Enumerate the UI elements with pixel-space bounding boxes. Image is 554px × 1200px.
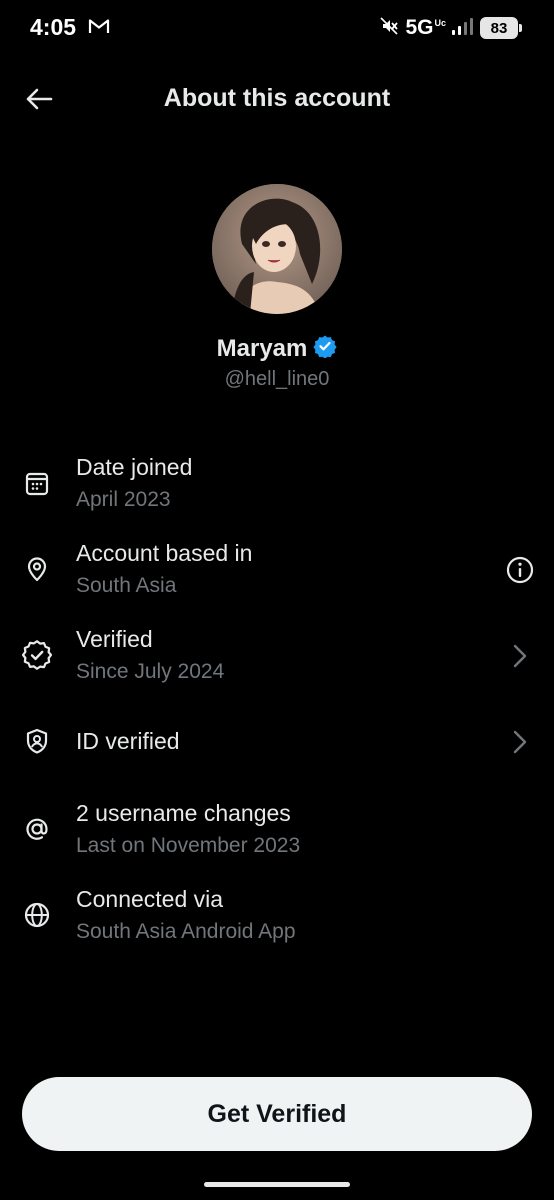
info-title: Verified [76, 626, 153, 652]
info-icon[interactable] [504, 554, 536, 586]
page-title: About this account [163, 84, 391, 112]
info-title: ID verified [76, 728, 180, 754]
display-name: Maryam [216, 334, 308, 362]
info-subtitle: Since July 2024 [76, 660, 225, 683]
verified-badge-icon [313, 334, 337, 363]
network-sub: Uc [434, 18, 446, 28]
home-indicator[interactable] [204, 1182, 350, 1187]
gmail-icon [88, 18, 110, 39]
status-time: 4:05 [30, 14, 77, 40]
top-app-bar: About this account [0, 72, 554, 126]
network-type: 5G [405, 16, 434, 39]
info-subtitle: South Asia Android App [76, 920, 296, 943]
network-indicator: 5G Uc [405, 16, 446, 40]
about-account-screen: 4:05 5G Uc 83 About this account Maryam … [0, 0, 554, 1200]
status-icons: 5G Uc 83 [379, 14, 522, 42]
info-subtitle: South Asia [76, 574, 177, 597]
info-item-id-verified[interactable]: ID verified [0, 708, 554, 778]
info-subtitle: April 2023 [76, 488, 171, 511]
location-pin-icon [22, 554, 52, 584]
handle: @hell_line0 [224, 368, 330, 390]
get-verified-button[interactable]: Get Verified [22, 1077, 532, 1151]
battery-icon: 83 [480, 17, 522, 39]
id-shield-icon [22, 726, 52, 756]
globe-icon [22, 900, 52, 930]
calendar-icon [22, 468, 52, 498]
status-bar: 4:05 5G Uc 83 [0, 0, 554, 56]
info-subtitle: Last on November 2023 [76, 834, 301, 857]
info-item-verified[interactable]: Verified Since July 2024 [0, 622, 554, 692]
info-item-username-changes: 2 username changes Last on November 2023 [0, 796, 554, 866]
info-item-account-location: Account based in South Asia [0, 536, 554, 606]
battery-level: 83 [490, 19, 508, 37]
at-sign-icon [22, 814, 52, 844]
display-name-row: Maryam [0, 334, 554, 363]
info-title: Account based in [76, 540, 253, 566]
signal-icon [452, 17, 474, 40]
avatar-illustration [212, 184, 342, 314]
mute-icon [379, 16, 399, 41]
info-item-date-joined: Date joined April 2023 [0, 450, 554, 520]
info-title: Connected via [76, 886, 224, 912]
avatar[interactable] [212, 184, 342, 314]
info-title: 2 username changes [76, 800, 291, 826]
chevron-right-icon[interactable] [504, 726, 536, 758]
info-item-connected-via: Connected via South Asia Android App [0, 882, 554, 952]
verified-badge-icon [22, 640, 52, 670]
chevron-right-icon[interactable] [504, 640, 536, 672]
info-title: Date joined [76, 454, 193, 480]
